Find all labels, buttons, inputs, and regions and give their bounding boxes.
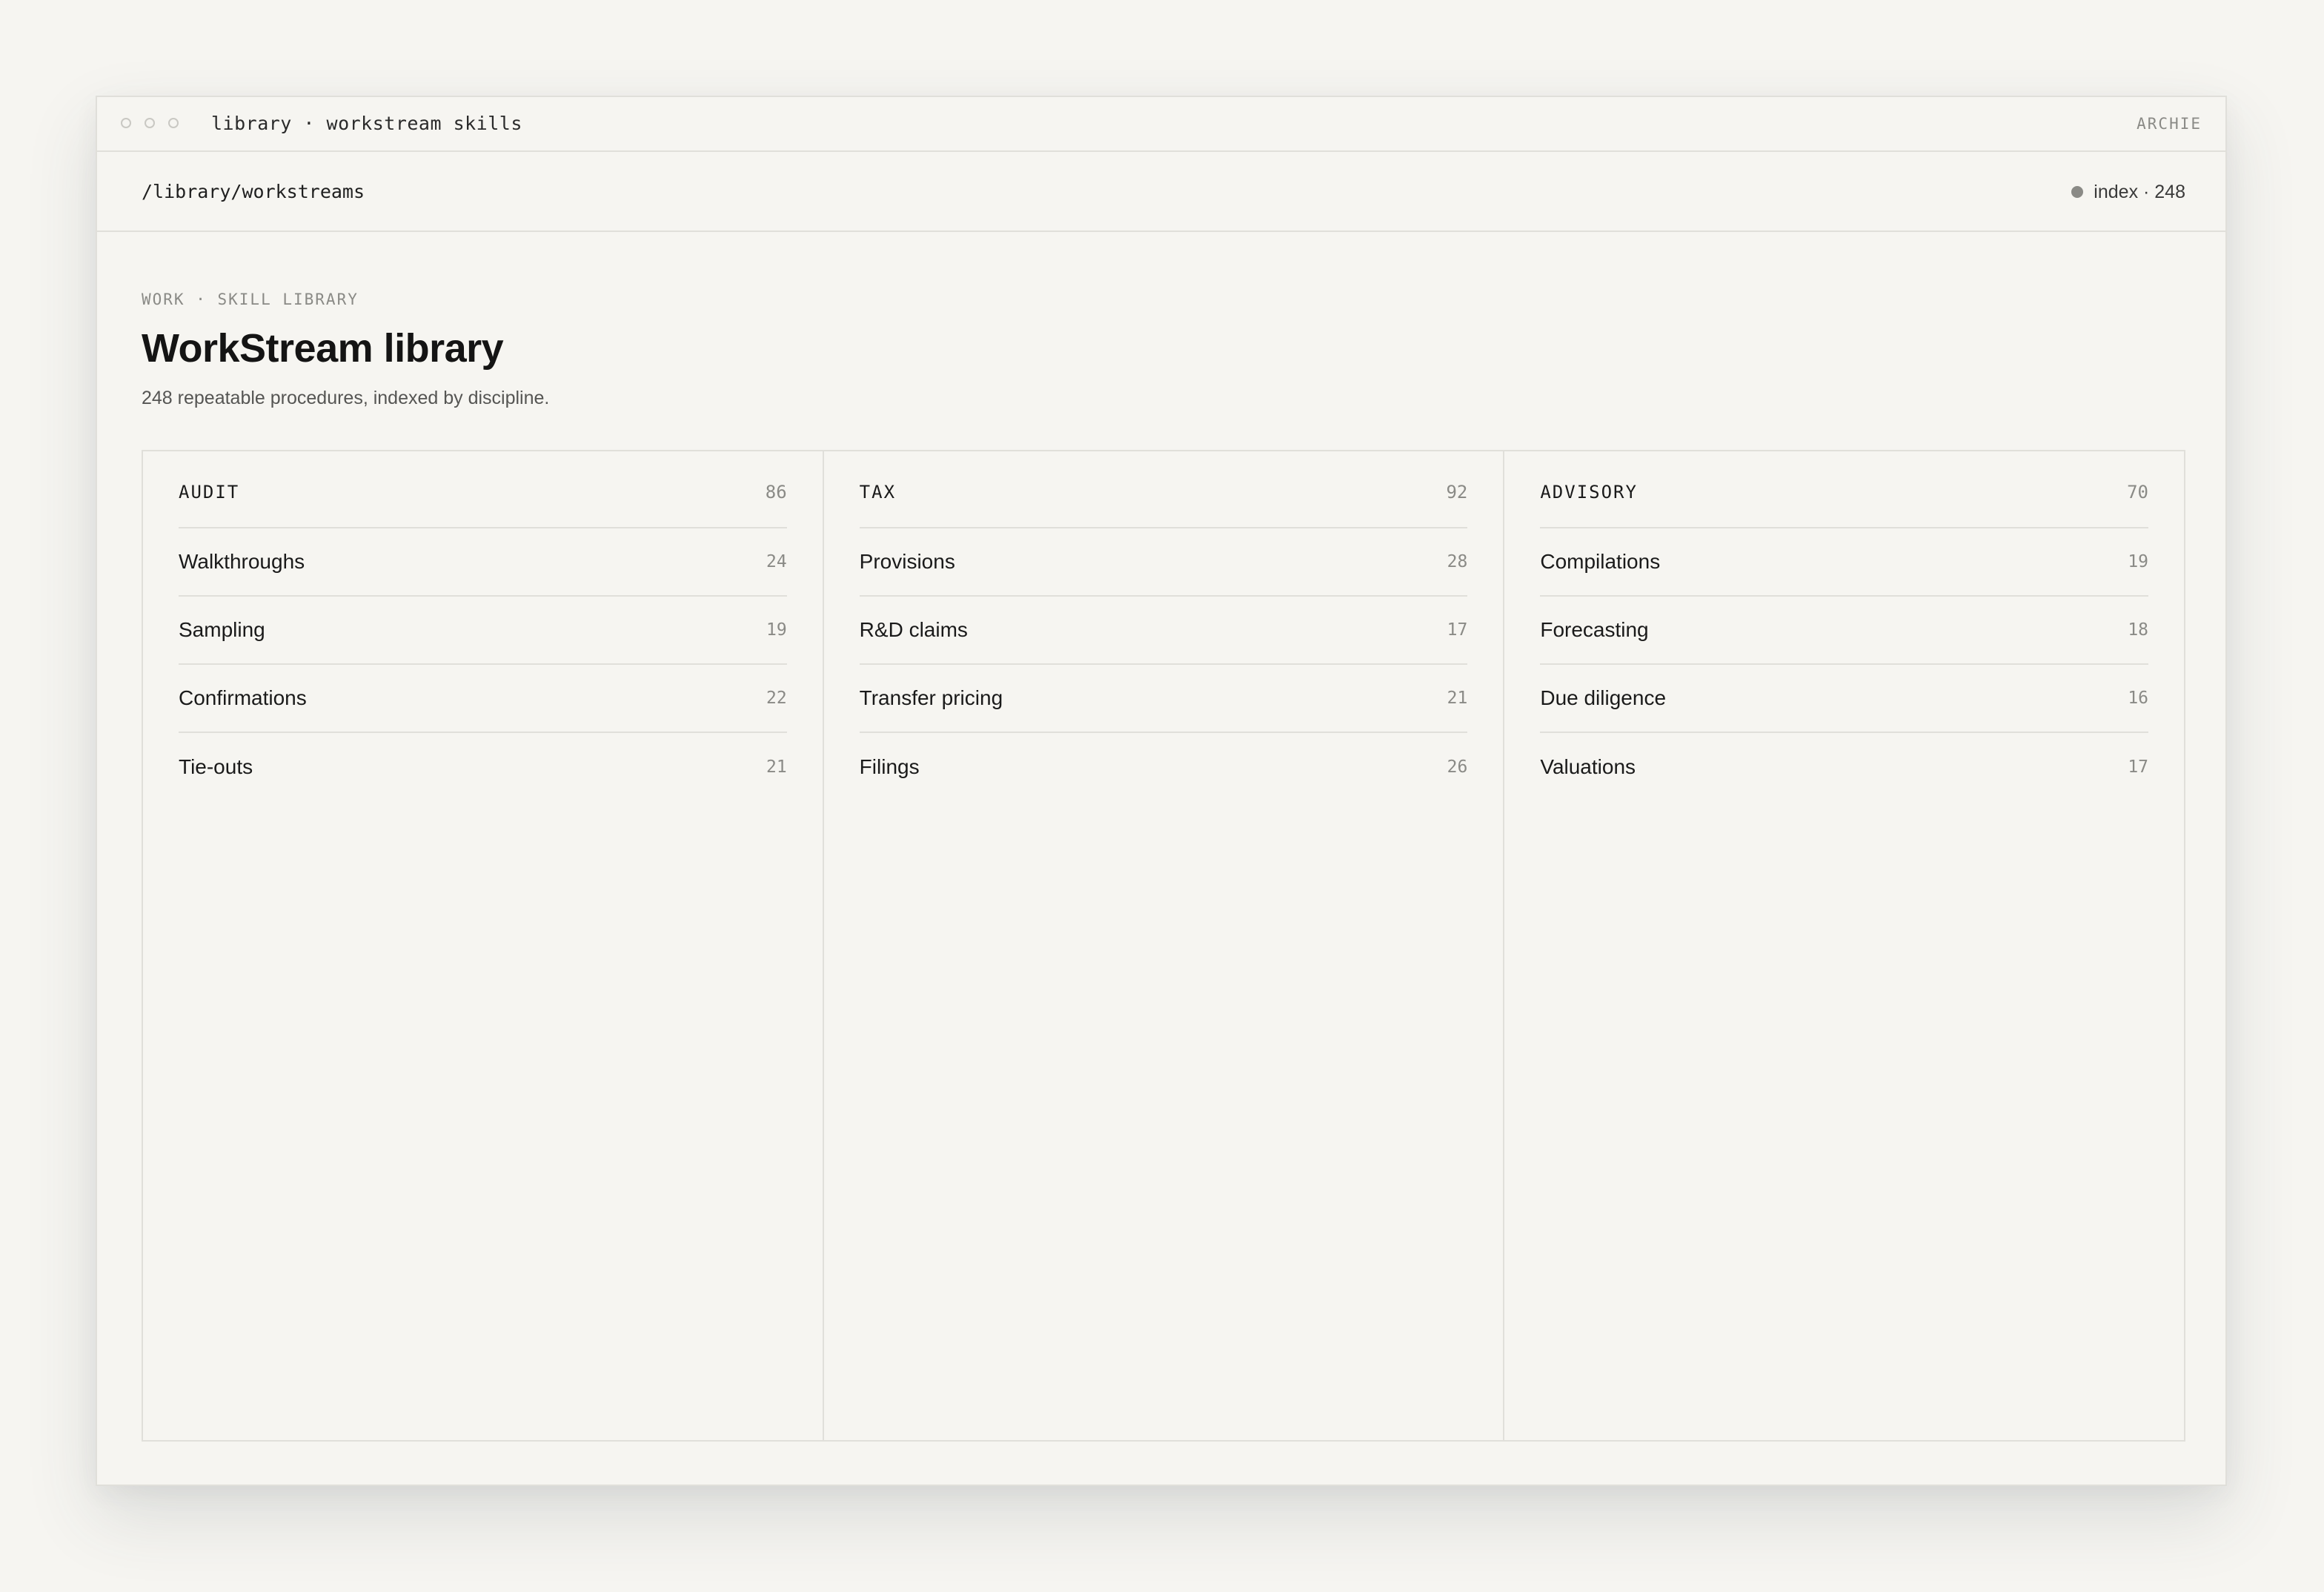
item-label: Forecasting bbox=[1540, 618, 1649, 641]
column-title: ADVISORY bbox=[1540, 482, 1638, 503]
item-count: 28 bbox=[1447, 552, 1468, 571]
column-tax: TAX 92 Provisions 28 R&D claims 17 Trans… bbox=[822, 451, 1504, 1440]
discipline-grid: AUDIT 86 Walkthroughs 24 Sampling 19 Con… bbox=[142, 450, 2185, 1442]
breadcrumb-path[interactable]: /library/workstreams bbox=[142, 179, 365, 205]
list-item[interactable]: Valuations 17 bbox=[1540, 733, 2148, 801]
item-count: 19 bbox=[766, 620, 787, 640]
window-close-control[interactable] bbox=[121, 118, 131, 128]
column-title: TAX bbox=[859, 482, 897, 503]
list-item[interactable]: Transfer pricing 21 bbox=[859, 665, 1468, 733]
item-count: 16 bbox=[2128, 689, 2149, 708]
item-label: Due diligence bbox=[1540, 686, 1667, 709]
brand-label: ARCHIE bbox=[2137, 115, 2202, 133]
list-item[interactable]: Walkthroughs 24 bbox=[179, 528, 787, 597]
list-item[interactable]: Filings 26 bbox=[860, 733, 1468, 801]
item-count: 18 bbox=[2128, 620, 2149, 640]
list-item[interactable]: Forecasting 18 bbox=[1540, 597, 2149, 665]
item-label: Transfer pricing bbox=[859, 686, 1003, 709]
item-count: 22 bbox=[766, 689, 787, 708]
title-bar: library · workstream skills ARCHIE bbox=[97, 97, 2225, 152]
item-label: Tie-outs bbox=[179, 755, 253, 778]
window-maximize-control[interactable] bbox=[168, 118, 179, 128]
item-count: 19 bbox=[2128, 552, 2149, 571]
item-count: 24 bbox=[766, 552, 787, 571]
column-advisory: ADVISORY 70 Compilations 19 Forecasting … bbox=[1503, 451, 2184, 1440]
item-count: 26 bbox=[1447, 757, 1468, 777]
column-count: 86 bbox=[765, 482, 787, 503]
page-title: WorkStream library bbox=[142, 326, 504, 371]
item-label: Sampling bbox=[179, 618, 265, 641]
item-label: Provisions bbox=[859, 550, 955, 573]
item-count: 17 bbox=[2128, 757, 2149, 777]
item-label: Confirmations bbox=[179, 686, 307, 709]
list-item[interactable]: Provisions 28 bbox=[859, 528, 1468, 597]
app-window: library · workstream skills ARCHIE /libr… bbox=[96, 96, 2227, 1486]
column-header[interactable]: AUDIT 86 bbox=[179, 451, 787, 528]
list-item[interactable]: Sampling 19 bbox=[179, 597, 787, 665]
list-item[interactable]: Due diligence 16 bbox=[1540, 665, 2149, 733]
item-label: Walkthroughs bbox=[179, 550, 305, 573]
column-header[interactable]: ADVISORY 70 bbox=[1540, 451, 2149, 528]
column-count: 92 bbox=[1446, 482, 1468, 503]
item-count: 17 bbox=[1447, 620, 1468, 640]
section-eyebrow: WORK · SKILL LIBRARY bbox=[142, 291, 359, 308]
column-header[interactable]: TAX 92 bbox=[859, 451, 1468, 528]
list-item[interactable]: Confirmations 22 bbox=[179, 665, 787, 733]
index-status-badge: index · 248 bbox=[2071, 179, 2185, 205]
item-label: R&D claims bbox=[859, 618, 968, 641]
item-count: 21 bbox=[1447, 689, 1468, 708]
window-minimize-control[interactable] bbox=[145, 118, 155, 128]
index-count-label: index · 248 bbox=[2094, 181, 2185, 202]
list-item[interactable]: R&D claims 17 bbox=[859, 597, 1468, 665]
window-title: library · workstream skills bbox=[211, 113, 522, 134]
item-label: Filings bbox=[859, 755, 920, 778]
list-item[interactable]: Compilations 19 bbox=[1540, 528, 2149, 597]
column-count: 70 bbox=[2127, 482, 2149, 503]
page-subtitle: 248 repeatable procedures, indexed by di… bbox=[142, 388, 550, 408]
item-label: Compilations bbox=[1540, 550, 1661, 573]
path-bar: /library/workstreams index · 248 bbox=[97, 152, 2225, 232]
list-item[interactable]: Tie-outs 21 bbox=[179, 733, 787, 801]
column-audit: AUDIT 86 Walkthroughs 24 Sampling 19 Con… bbox=[143, 451, 823, 1440]
item-count: 21 bbox=[766, 757, 787, 777]
item-label: Valuations bbox=[1540, 755, 1636, 778]
status-dot-icon bbox=[2071, 186, 2084, 198]
column-title: AUDIT bbox=[179, 482, 240, 503]
